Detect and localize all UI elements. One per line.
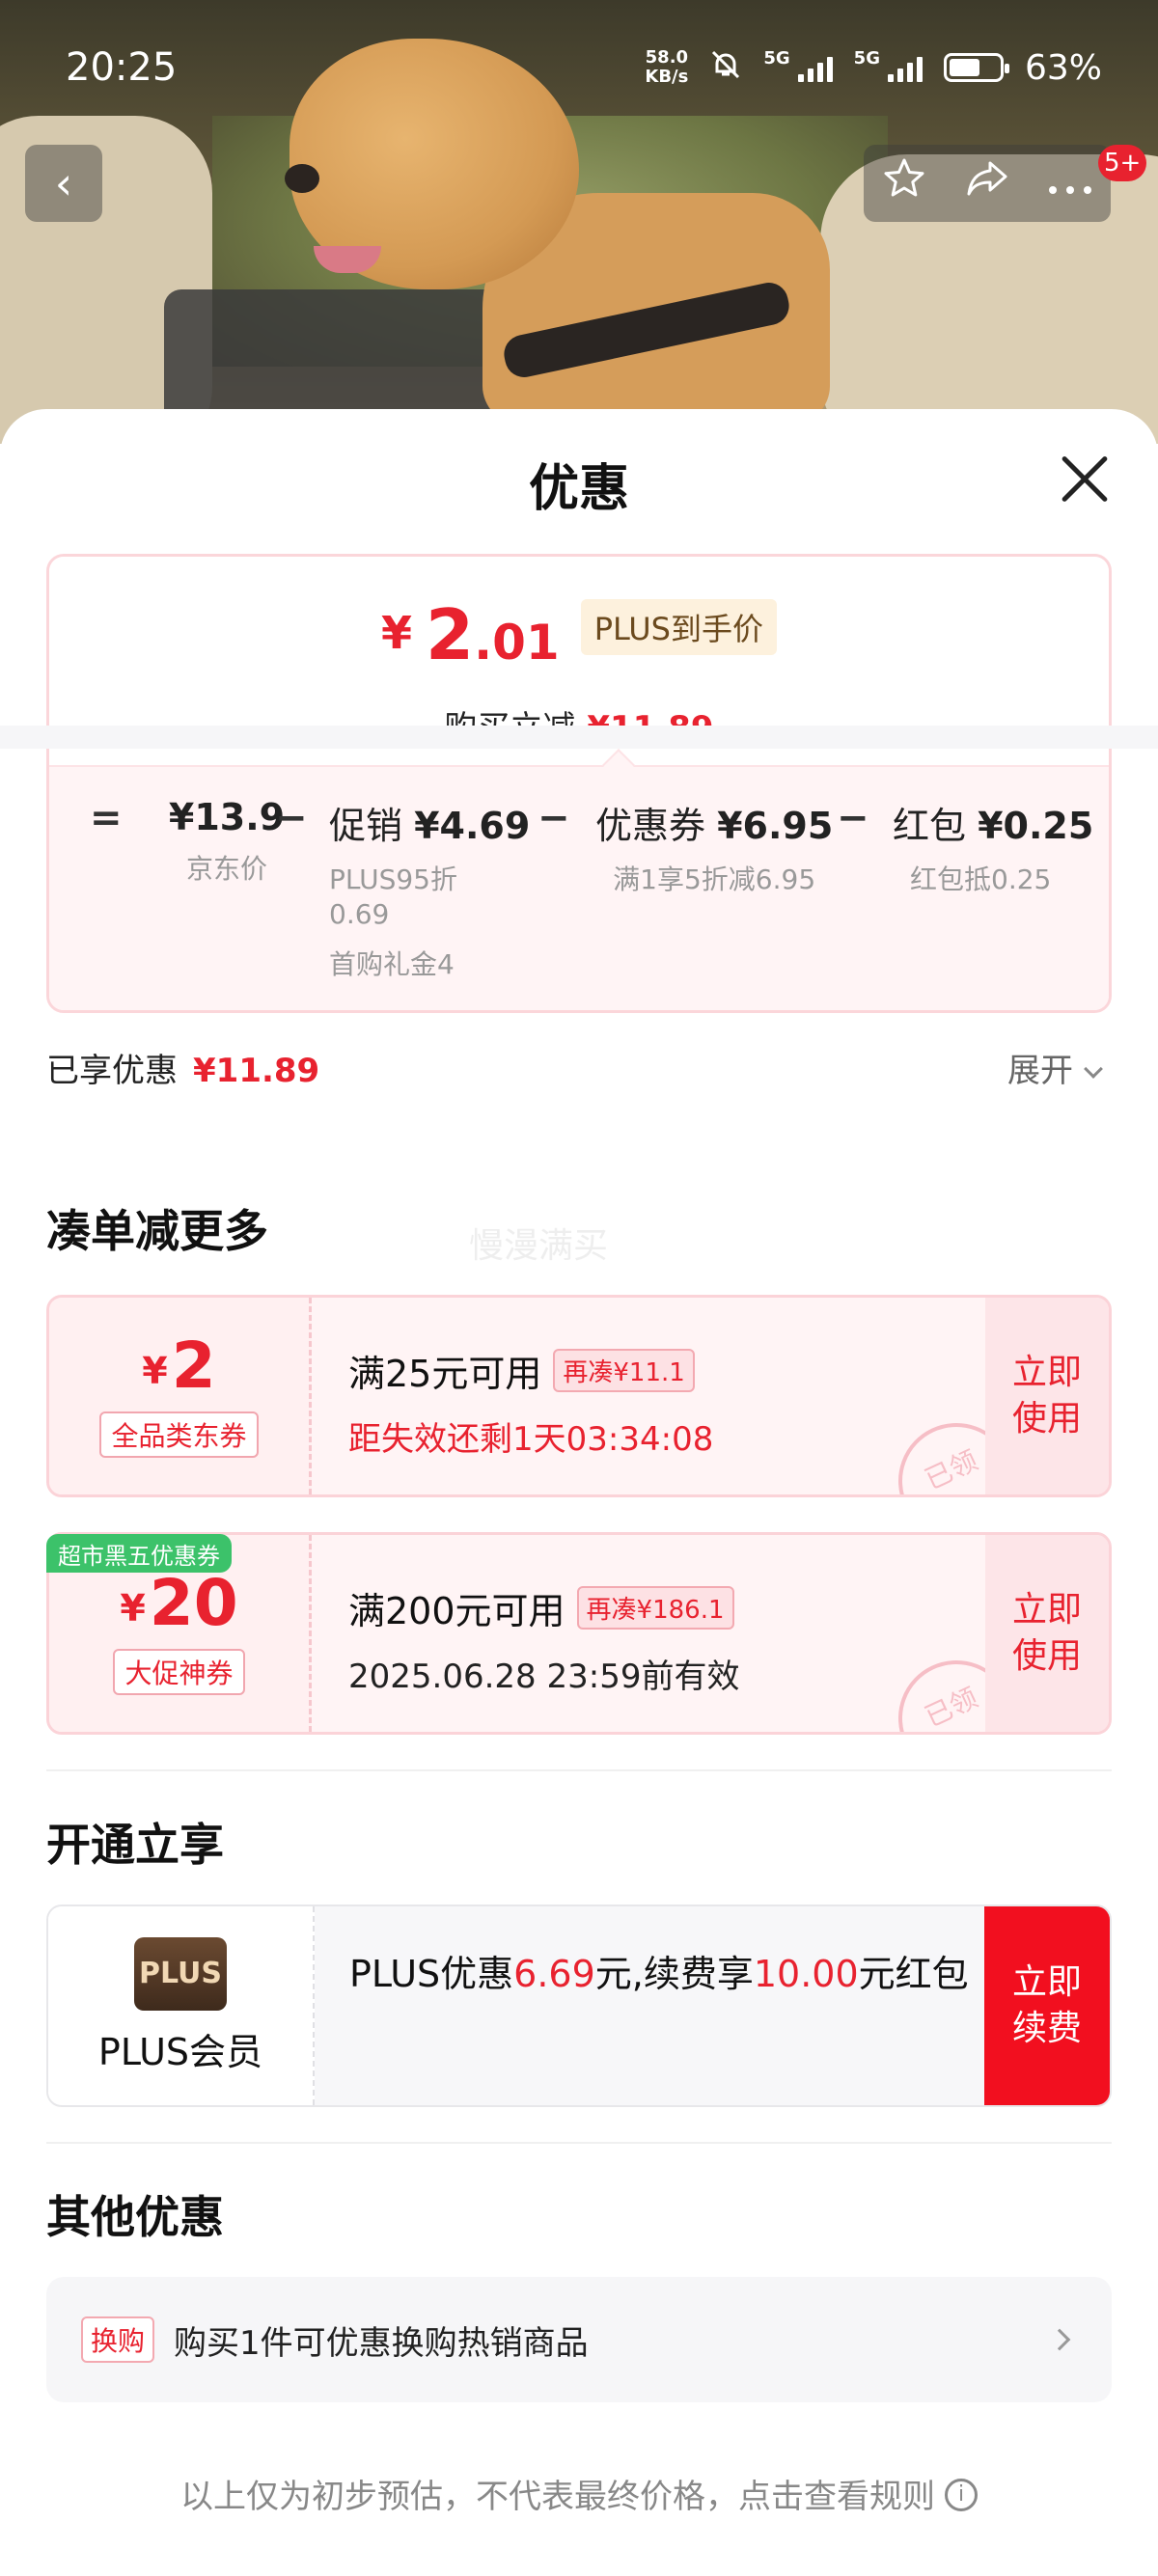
top-actions (864, 145, 1111, 222)
equals-sign: = (90, 796, 123, 840)
expand-button[interactable]: 展开 (1007, 1044, 1103, 1091)
network-speed: 58.0 KB/s (645, 47, 689, 87)
star-icon[interactable] (881, 155, 927, 211)
section-title-more: 凑单减更多 (46, 1205, 268, 1257)
coupon-condition: 满200元可用 (348, 1590, 565, 1632)
more-icon[interactable] (1047, 161, 1093, 206)
close-icon[interactable] (1058, 452, 1112, 506)
section-divider (0, 726, 1158, 749)
coupon-validity: 2025.06.28 23:59前有效 (348, 1658, 740, 1696)
minus-sign: − (837, 796, 869, 840)
breakdown-coupon: 优惠券 ¥6.95 满1享5折减6.95 (595, 805, 834, 895)
coupon-amount: ¥2 (142, 1329, 216, 1403)
coupon-type: 全品类东券 (99, 1411, 259, 1458)
price-card: ¥ 2.01 PLUS到手价 购买立减¥11.89 = ¥13.9 京东价 − (46, 554, 1112, 1013)
divider (46, 1769, 1112, 1771)
network-type-1: 5G (763, 47, 790, 69)
network-type-2: 5G (853, 47, 880, 69)
trade-in-offer-row[interactable]: 换购 购买1件可优惠换购热销商品 (46, 2277, 1112, 2402)
info-icon[interactable]: i (945, 2478, 978, 2511)
coupon-countdown: 距失效还剩1天03:34:08 (348, 1420, 714, 1459)
use-now-button[interactable]: 立即使用 (985, 1298, 1109, 1494)
battery-icon (943, 53, 1009, 82)
share-icon[interactable] (963, 155, 1011, 211)
trade-in-text: 购买1件可优惠换购热销商品 (174, 2323, 589, 2363)
signal-icon-2 (887, 53, 923, 82)
footer-note[interactable]: 以上仅为初步预估，不代表最终价格，点击查看规则 i (0, 2470, 1158, 2517)
coupon-condition: 满25元可用 (348, 1353, 542, 1395)
battery-percent: 63% (1024, 47, 1102, 88)
enjoyed-discount: 已享优惠 ¥11.89 (46, 1052, 320, 1090)
plus-benefit-text: PLUS优惠6.69元,续费享10.00元红包 (349, 1953, 969, 1995)
plus-member-name: PLUS会员 (97, 2030, 263, 2073)
section-title-other: 其他优惠 (46, 2191, 224, 2243)
breakdown-redpacket: 红包 ¥0.25 红包抵0.25 (893, 805, 1094, 895)
divider (46, 2142, 1112, 2144)
trade-in-tag: 换购 (81, 2316, 155, 2363)
chevron-down-icon (1084, 1059, 1103, 1079)
coupon-badge: 超市黑五优惠券 (46, 1534, 232, 1573)
plus-logo: PLUS (134, 1936, 227, 2011)
price-breakdown: = ¥13.9 京东价 − 促销 ¥4.69 PLUS95折 0.69 首购礼金… (49, 749, 1109, 1010)
coupon-amount: ¥20 (120, 1566, 238, 1640)
breakdown-promo: 促销 ¥4.69 PLUS95折 0.69 首购礼金4 (329, 805, 531, 980)
message-badge: 5+ (1098, 145, 1147, 181)
plus-price-tag: PLUS到手价 (580, 599, 777, 655)
plus-member-card: PLUS PLUS会员 PLUS优惠6.69元,续费享10.00元红包 立即续费 (46, 1905, 1112, 2107)
final-price: ¥ 2.01 PLUS到手价 (49, 599, 1109, 671)
status-time: 20:25 (66, 45, 178, 90)
signal-icon-1 (797, 53, 833, 82)
add-more-tag: 再凑¥11.1 (553, 1349, 695, 1392)
renew-now-button[interactable]: 立即续费 (984, 1906, 1110, 2105)
add-more-tag: 再凑¥186.1 (576, 1586, 734, 1630)
watermark: 慢漫满买 (469, 1226, 609, 1266)
use-now-button[interactable]: 立即使用 (985, 1535, 1109, 1732)
back-button[interactable]: ‹ (25, 145, 102, 222)
alarm-off-icon (709, 48, 742, 88)
sheet-title: 优惠 (528, 460, 629, 518)
minus-sign: − (275, 796, 308, 840)
minus-sign: − (538, 796, 570, 840)
status-bar: 20:25 58.0 KB/s 5G 5G 63% (0, 0, 1158, 135)
chevron-left-icon: ‹ (54, 157, 73, 209)
coupon-type: 大促神券 (113, 1649, 245, 1695)
chevron-right-icon (1048, 2328, 1071, 2351)
section-title-plus: 开通立享 (46, 1819, 224, 1871)
coupon-card: ¥2 全品类东券 满25元可用 再凑¥11.1 距失效还剩1天03:34:08 已… (46, 1295, 1112, 1497)
